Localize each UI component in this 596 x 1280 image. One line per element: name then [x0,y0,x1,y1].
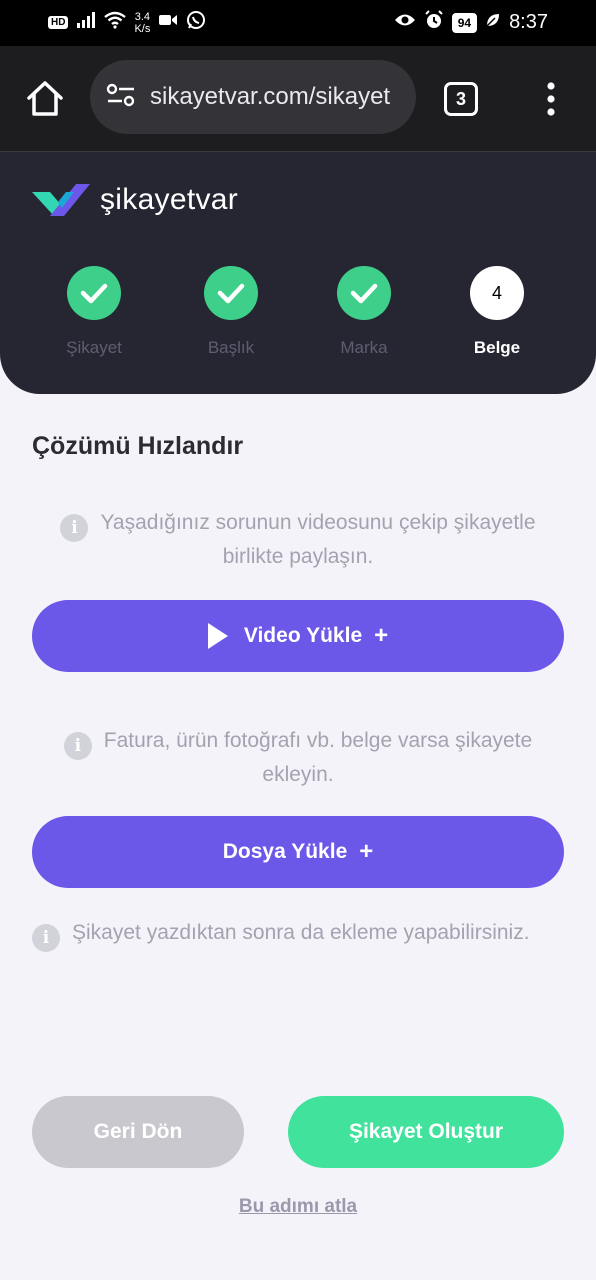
skip-step-link: Bu adımı atla [0,1196,596,1218]
logo-text: şikayetvar [100,183,239,216]
step-marka: Marka [314,266,414,358]
checkmark-icon [217,283,245,304]
network-speed-unit: K/s [134,22,151,35]
file-info-label: Fatura, ürün fotoğrafı vb. belge varsa ş… [103,729,533,786]
step-belge: 4 Belge [447,266,547,358]
signal-icon [76,11,96,34]
network-speed: 3.4 K/s [134,11,150,35]
leaf-icon [485,12,501,33]
video-info-label: Yaşadığınız sorunun videosunu çekip şika… [100,511,536,568]
step-label: Belge [473,338,521,357]
back-button[interactable]: Geri Dön [32,1096,244,1168]
status-bar-right: 94 8:37 [394,10,548,35]
status-clock: 8:37 [509,11,548,33]
site-settings-icon[interactable] [106,82,136,113]
upload-video-label: Video Yükle [243,624,363,647]
checkmark-icon [350,283,378,304]
browser-toolbar: sikayetvar.com/sikayet 3 [0,46,596,152]
step-baslik: Başlık [181,266,281,358]
step-number: 4 [470,266,524,320]
skip-step-label[interactable]: Bu adımı atla [239,1196,357,1217]
status-bar-left: HD 3.4 K/s [48,10,206,35]
info-icon: i [60,514,89,542]
step-check [337,266,391,320]
step-check [67,266,121,320]
network-speed-value: 3.4 [134,10,151,23]
hd-badge: HD [48,16,69,29]
url-bar[interactable]: sikayetvar.com/sikayet [90,60,416,134]
tab-switcher-button[interactable]: 3 [444,82,478,116]
wifi-icon [104,11,127,34]
battery-icon: 94 [451,12,478,33]
browser-menu-button[interactable] [540,80,562,120]
create-complaint-button[interactable]: Şikayet Oluştur [288,1096,564,1168]
logo-mark-icon [32,184,90,216]
later-info-text: i Şikayet yazdıktan sonra da ekleme yapab… [32,918,532,952]
info-icon: i [63,732,92,760]
home-icon [27,81,63,116]
upload-video-button[interactable]: Video Yükle + [32,600,564,672]
alarm-icon [424,10,444,35]
home-button[interactable] [24,78,66,118]
site-logo[interactable]: şikayetvar [32,180,238,220]
status-bar: HD 3.4 K/s 94 8:37 [0,0,596,46]
whatsapp-icon [186,10,206,35]
later-info-label: Şikayet yazdıktan sonra da ekleme yapabi… [72,921,530,944]
step-label: Marka [340,338,388,357]
upload-file-label: Dosya Yükle [222,840,348,863]
upload-file-button[interactable]: Dosya Yükle + [32,816,564,888]
step-sikayet: Şikayet [44,266,144,358]
section-title: Çözümü Hızlandır [32,432,244,460]
plus-icon: + [374,622,389,649]
eye-icon [394,12,416,33]
more-vertical-icon [547,82,555,116]
step-label: Başlık [207,338,255,357]
progress-header: şikayetvar Şikayet Başlık Marka 4 Belge [0,152,596,394]
video-info-text: i Yaşadığınız sorunun videosunu çekip şik… [60,508,536,572]
video-icon [158,12,178,33]
checkmark-icon [80,283,108,304]
file-info-text: i Fatura, ürün fotoğrafı vb. belge varsa … [50,726,546,790]
step-check [204,266,258,320]
step-label: Şikayet [66,338,122,357]
url-text[interactable]: sikayetvar.com/sikayet [150,83,390,111]
play-icon [207,623,228,649]
plus-icon: + [359,838,374,865]
info-icon: i [32,924,60,952]
